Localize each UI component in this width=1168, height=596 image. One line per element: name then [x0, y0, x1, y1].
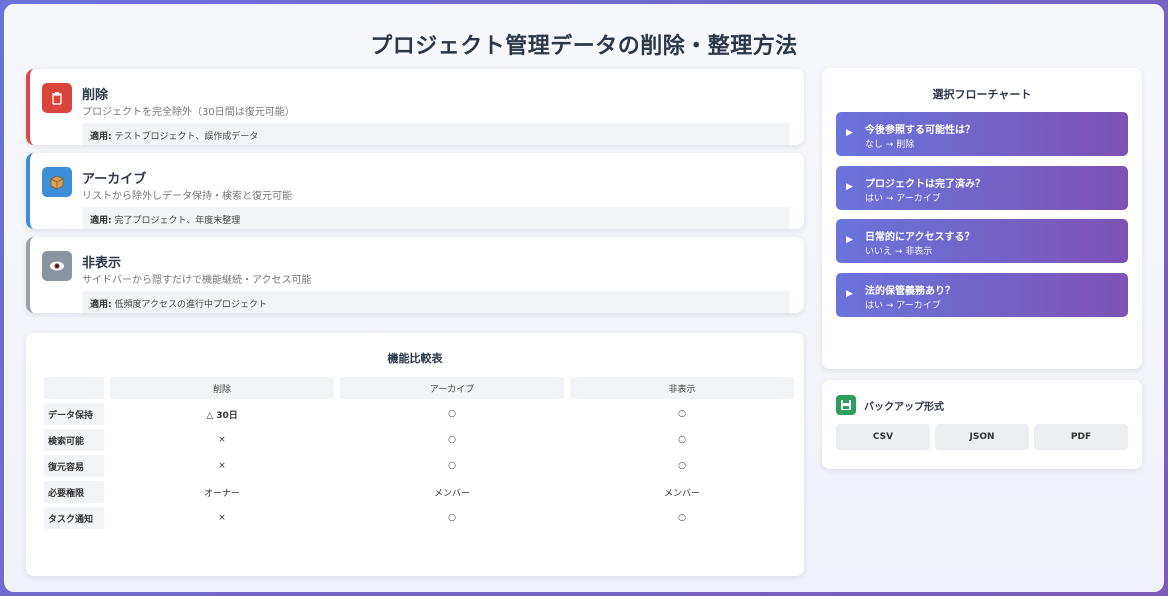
apply-label: 適用: — [90, 216, 112, 226]
table-cell: × — [218, 461, 226, 471]
table-cell: ○ — [448, 435, 456, 445]
table-header-row: 削除 アーカイブ 非表示 — [44, 377, 794, 399]
apply-label: 適用: — [90, 132, 112, 142]
row-label: 復元容易 — [44, 455, 104, 477]
table-header-cell — [44, 377, 104, 399]
table-cell: × — [218, 513, 226, 523]
table-cell: ○ — [678, 461, 686, 471]
table-cell: × — [218, 435, 226, 445]
play-icon: ▶ — [846, 289, 853, 299]
format-button-csv[interactable]: CSV — [836, 424, 930, 450]
option-card-archive[interactable]: アーカイブ リストから除外しデータ保持・検索と復元可能 適用: 完了プロジェクト… — [26, 153, 804, 229]
flowchart-title: 選択フローチャート — [932, 88, 1032, 101]
flow-question: プロジェクトは完了済み？ — [865, 179, 985, 190]
option-description: プロジェクトを完全除外（30日間は復元可能） — [82, 107, 295, 118]
table-header-cell: 非表示 — [570, 377, 794, 399]
row-label: データ保持 — [44, 403, 104, 425]
flow-answer: なし → 削除 — [865, 140, 915, 150]
table-cell: ○ — [678, 513, 686, 523]
flow-step[interactable]: ▶ 日常的にアクセスする？ いいえ → 非表示 — [836, 219, 1128, 263]
apply-text: 完了プロジェクト、年度末整理 — [111, 216, 241, 226]
table-header-cell: アーカイブ — [340, 377, 564, 399]
table-cell: ○ — [448, 409, 456, 419]
play-icon: ▶ — [846, 128, 853, 138]
backup-title: バックアップ形式 — [864, 402, 944, 413]
table-row: 復元容易 × ○ ○ — [44, 455, 794, 477]
option-title: アーカイブ — [82, 172, 147, 187]
option-title: 非表示 — [82, 256, 122, 271]
option-card-hide[interactable]: 非表示 サイドバーから隠すだけで機能継続・アクセス可能 適用: 低頻度アクセスの… — [26, 237, 804, 313]
page-title: プロジェクト管理データの削除・整理方法 — [370, 34, 798, 59]
format-button-pdf[interactable]: PDF — [1034, 424, 1128, 450]
flowchart-card: 選択フローチャート ▶ 今後参照する可能性は？ なし → 削除 ▶ プロジェクト… — [822, 68, 1142, 369]
flow-answer: はい → アーカイブ — [865, 194, 941, 204]
flow-question: 日常的にアクセスする？ — [865, 232, 975, 243]
page-frame: プロジェクト管理データの削除・整理方法 削除 プロジェクトを完全除外（30日間は… — [4, 4, 1164, 592]
flow-step[interactable]: ▶ 今後参照する可能性は？ なし → 削除 — [836, 112, 1128, 156]
format-button-json[interactable]: JSON — [935, 424, 1029, 450]
table-row: データ保持 △ 30日 ○ ○ — [44, 403, 794, 425]
table-cell: オーナー — [203, 488, 240, 499]
table-row: タスク通知 × ○ ○ — [44, 507, 794, 529]
flow-answer: はい → アーカイブ — [865, 301, 941, 311]
flow-question: 今後参照する可能性は？ — [865, 125, 975, 136]
backup-card: バックアップ形式 CSV JSON PDF — [822, 380, 1142, 469]
row-label: 検索可能 — [44, 429, 104, 451]
option-apply-box: 適用: 完了プロジェクト、年度末整理 — [82, 207, 790, 229]
table-row: 検索可能 × ○ ○ — [44, 429, 794, 451]
table-cell: メンバー — [433, 488, 470, 499]
apply-label: 適用: — [90, 300, 112, 310]
flow-step[interactable]: ▶ プロジェクトは完了済み？ はい → アーカイブ — [836, 166, 1128, 210]
option-description: サイドバーから隠すだけで機能継続・アクセス可能 — [82, 275, 312, 286]
flow-step[interactable]: ▶ 法的保管義務あり？ はい → アーカイブ — [836, 273, 1128, 317]
option-description: リストから除外しデータ保持・検索と復元可能 — [82, 191, 292, 202]
play-icon: ▶ — [846, 235, 853, 245]
apply-text: 低頻度アクセスの進行中プロジェクト — [111, 300, 268, 310]
row-label: 必要権限 — [44, 481, 104, 503]
apply-text: テストプロジェクト、誤作成データ — [111, 132, 259, 142]
option-apply-box: 適用: テストプロジェクト、誤作成データ — [82, 123, 790, 145]
comparison-title: 機能比較表 — [387, 352, 443, 365]
option-title: 削除 — [82, 88, 109, 103]
table-cell: △ 30日 — [206, 410, 238, 421]
play-icon: ▶ — [846, 182, 853, 192]
table-row: 必要権限 オーナー メンバー メンバー — [44, 481, 794, 503]
flow-answer: いいえ → 非表示 — [865, 247, 933, 257]
box-icon — [42, 167, 72, 197]
table-cell: メンバー — [663, 488, 700, 499]
comparison-table: 削除 アーカイブ 非表示 データ保持 △ 30日 ○ ○ 検索可能 × ○ ○ — [38, 373, 800, 533]
table-header-cell: 削除 — [110, 377, 334, 399]
table-cell: ○ — [448, 461, 456, 471]
trash-icon — [42, 83, 72, 113]
option-apply-box: 適用: 低頻度アクセスの進行中プロジェクト — [82, 291, 790, 313]
flow-question: 法的保管義務あり？ — [865, 286, 955, 297]
option-card-delete[interactable]: 削除 プロジェクトを完全除外（30日間は復元可能） 適用: テストプロジェクト、… — [26, 69, 804, 145]
table-cell: ○ — [448, 513, 456, 523]
row-label: タスク通知 — [44, 507, 104, 529]
comparison-card: 機能比較表 削除 アーカイブ 非表示 データ保持 △ 30日 ○ ○ 検索可能 … — [26, 333, 804, 576]
floppy-disk-icon — [836, 395, 856, 415]
table-cell: ○ — [678, 435, 686, 445]
table-cell: ○ — [678, 409, 686, 419]
eye-icon — [42, 251, 72, 281]
